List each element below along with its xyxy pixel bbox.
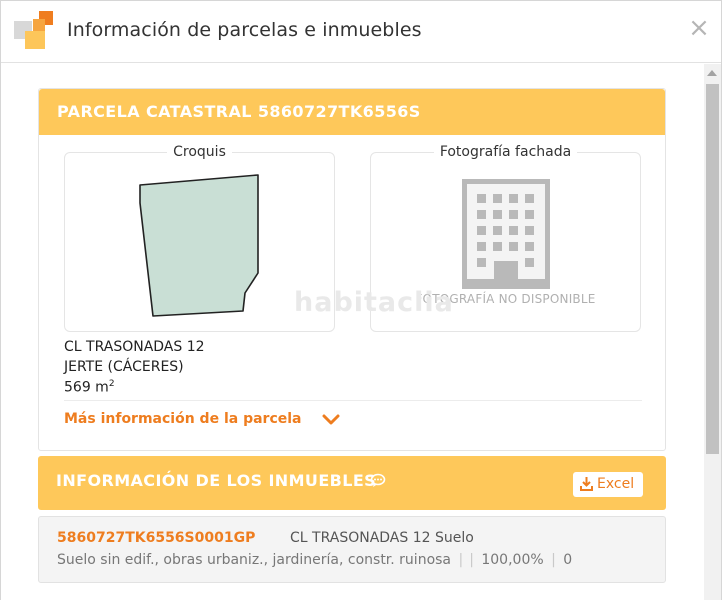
inmueble-details: Suelo sin edif., obras urbaniz., jardine… — [57, 552, 572, 568]
inmuebles-panel: INFORMACIÓN DE LOS INMUEBLES Excel — [38, 456, 666, 510]
separator: | — [551, 552, 556, 568]
inmueble-address: CL TRASONADAS 12 Suelo — [290, 530, 474, 546]
watermark-logo: habitaclia — [294, 287, 454, 318]
parcel-panel: PARCELA CATASTRAL 5860727TK6556S Croquis… — [38, 88, 666, 451]
inmueble-count: 0 — [563, 552, 573, 568]
scrollbar[interactable] — [704, 64, 721, 600]
dialog-title: Información de parcelas e inmuebles — [67, 19, 422, 41]
dialog-titlebar: Información de parcelas e inmuebles × — [1, 1, 721, 63]
scrollbar-thumb[interactable] — [706, 84, 719, 454]
parcel-info-dialog: Información de parcelas e inmuebles × PA… — [0, 0, 722, 600]
more-parcel-info-link[interactable]: Más información de la parcela — [64, 411, 301, 427]
excel-label: Excel — [597, 476, 635, 492]
close-icon[interactable]: × — [687, 15, 711, 41]
parcel-area: 569 m2 — [64, 379, 115, 396]
building-icon — [462, 179, 550, 289]
separator: | — [458, 552, 464, 568]
scroll-up-arrow-icon[interactable] — [707, 70, 717, 76]
dialog-content: PARCELA CATASTRAL 5860727TK6556S Croquis… — [1, 64, 705, 600]
inmueble-row: 5860727TK6556S0001GP CL TRASONADAS 12 Su… — [38, 516, 666, 583]
download-icon — [580, 477, 593, 491]
area-value: 569 m — [64, 379, 109, 396]
address-town: JERTE (CÁCERES) — [64, 359, 184, 375]
photo-title: Fotografía fachada — [433, 144, 578, 160]
separator: | — [469, 552, 474, 568]
inmueble-percent: 100,00% — [481, 552, 544, 568]
inmueble-ref-link[interactable]: 5860727TK6556S0001GP — [57, 530, 255, 546]
excel-export-button[interactable]: Excel — [573, 472, 643, 497]
orange-squares-logo-icon — [14, 11, 53, 49]
inmueble-use: Suelo sin edif., obras urbaniz., jardine… — [57, 552, 452, 568]
area-unit-sup: 2 — [108, 379, 115, 389]
comment-icon[interactable] — [370, 473, 386, 488]
parcel-sketch — [139, 174, 259, 317]
chevron-down-icon[interactable] — [322, 414, 340, 426]
inmuebles-title: INFORMACIÓN DE LOS INMUEBLES — [56, 471, 377, 490]
inmuebles-header: INFORMACIÓN DE LOS INMUEBLES Excel — [38, 456, 666, 510]
address-street: CL TRASONADAS 12 — [64, 339, 205, 355]
croquis-title: Croquis — [167, 144, 232, 160]
parcel-header: PARCELA CATASTRAL 5860727TK6556S — [39, 89, 665, 135]
parcel-title: PARCELA CATASTRAL 5860727TK6556S — [57, 102, 421, 121]
divider — [64, 400, 642, 401]
